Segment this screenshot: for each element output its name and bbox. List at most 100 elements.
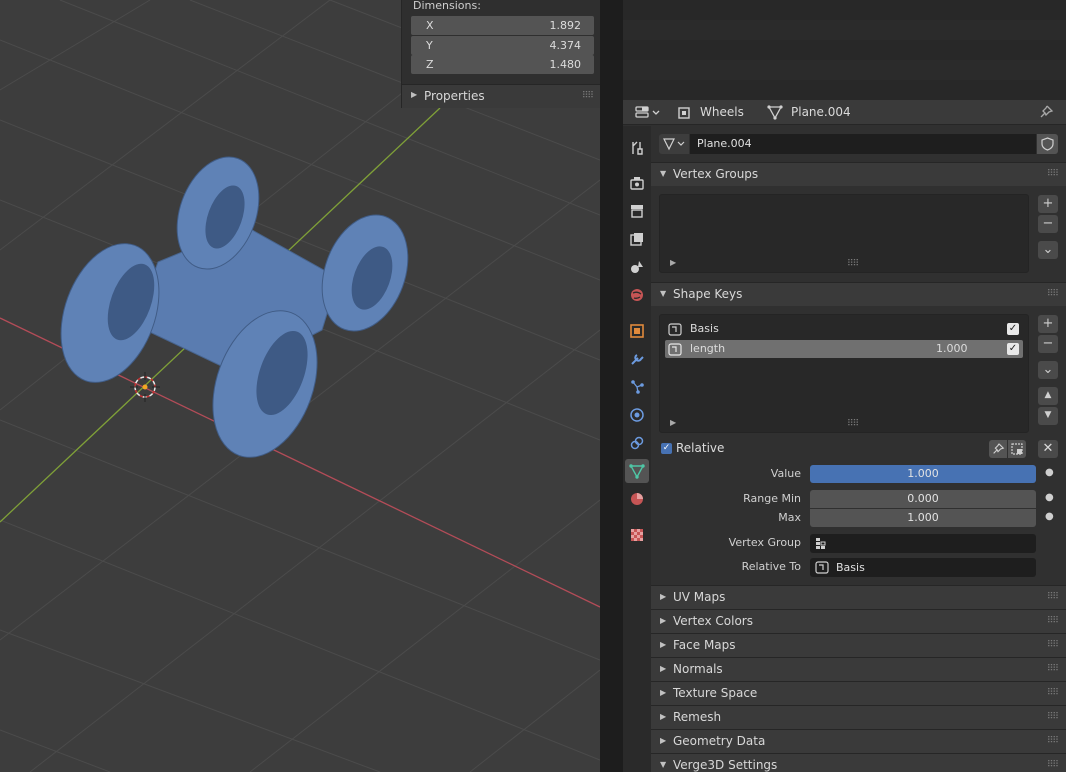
tab-scene[interactable] [625, 255, 649, 279]
tab-data[interactable] [625, 459, 649, 483]
expand-arrow-icon: ▶ [660, 688, 667, 697]
face-maps-panel-header[interactable]: ▶ Face Maps ⠿⠿ [651, 633, 1066, 657]
list-resize-grip-icon[interactable]: ⠿⠿ [847, 260, 859, 269]
keyframe-dot-icon[interactable]: ● [1045, 511, 1054, 522]
fake-user-button[interactable] [1037, 134, 1058, 154]
physics-icon [630, 408, 644, 422]
drag-grip-icon[interactable]: ⠿⠿ [1047, 689, 1059, 698]
editor-type-button[interactable] [633, 104, 663, 121]
datablock-browse-button[interactable] [659, 134, 689, 154]
object-breadcrumb[interactable]: Wheels [700, 105, 744, 119]
dimension-z-field[interactable]: Z 1.480 [411, 55, 594, 74]
tab-tool[interactable] [625, 136, 649, 160]
vertex-groups-list[interactable]: ▶ ⠿⠿ [659, 194, 1029, 273]
shape-key-name: length [690, 342, 726, 355]
expand-arrow-icon: ▶ [411, 90, 418, 99]
area-divider[interactable] [600, 0, 623, 772]
expand-arrow-icon: ▶ [660, 664, 667, 673]
drag-grip-icon[interactable]: ⠿⠿ [1047, 761, 1059, 770]
tab-texture[interactable] [625, 523, 649, 547]
mesh-data-icon [663, 138, 685, 151]
clear-shape-keys-button[interactable]: ✕ [1038, 440, 1058, 458]
vertex-group-field[interactable] [810, 534, 1036, 553]
panel-label: Vertex Colors [673, 614, 753, 628]
list-footer: ▶ ⠿⠿ [660, 258, 1028, 270]
tab-world[interactable] [625, 283, 649, 307]
tab-physics[interactable] [625, 403, 649, 427]
keyframe-dot-icon[interactable]: ● [1045, 467, 1054, 478]
tab-modifiers[interactable] [625, 347, 649, 371]
tab-object[interactable] [625, 319, 649, 343]
data-icon [629, 464, 645, 479]
remesh-panel-header[interactable]: ▶ Remesh ⠿⠿ [651, 705, 1066, 729]
drag-grip-icon[interactable]: ⠿⠿ [1047, 665, 1059, 674]
dimension-z-value: 1.480 [549, 58, 582, 71]
drag-grip-icon[interactable]: ⠿⠿ [1047, 290, 1059, 299]
properties-panel-header[interactable]: ▶ Properties ⠿⠿ [402, 84, 600, 108]
shape-key-row[interactable]: Basis ✓ [665, 320, 1023, 338]
add-shape-key-button[interactable]: + [1038, 315, 1058, 333]
shape-key-mute-checkbox[interactable]: ✓ [1007, 323, 1019, 335]
filter-expand-icon[interactable]: ▶ [670, 418, 676, 427]
expand-arrow-icon: ▶ [660, 712, 667, 721]
tab-constraints[interactable] [625, 431, 649, 455]
drag-grip-icon[interactable]: ⠿⠿ [1047, 641, 1059, 650]
geometry-data-panel-header[interactable]: ▶ Geometry Data ⠿⠿ [651, 729, 1066, 753]
vertex-group-menu-button[interactable]: ⌄ [1038, 241, 1058, 259]
shape-key-menu-button[interactable]: ⌄ [1038, 361, 1058, 379]
list-resize-grip-icon[interactable]: ⠿⠿ [847, 420, 859, 429]
tool-icon [632, 141, 643, 155]
remove-vertex-group-button[interactable]: − [1038, 215, 1058, 233]
shape-keys-panel-header[interactable]: ▼ Shape Keys ⠿⠿ [651, 282, 1066, 306]
texture-icon [631, 529, 643, 541]
tab-render[interactable] [625, 171, 649, 195]
mesh-name-field[interactable]: Plane.004 [690, 134, 1036, 154]
value-slider[interactable]: 1.000 [810, 465, 1036, 483]
shape-key-mute-checkbox[interactable]: ✓ [1007, 343, 1019, 355]
vertex-colors-panel-header[interactable]: ▶ Vertex Colors ⠿⠿ [651, 609, 1066, 633]
remove-shape-key-button[interactable]: − [1038, 335, 1058, 353]
particles-icon [631, 380, 644, 394]
drag-grip-icon[interactable]: ⠿⠿ [1047, 737, 1059, 746]
drag-grip-icon[interactable]: ⠿⠿ [1047, 170, 1059, 179]
mesh-breadcrumb[interactable]: Plane.004 [791, 105, 851, 119]
filter-expand-icon[interactable]: ▶ [670, 258, 676, 267]
uv-maps-panel-header[interactable]: ▶ UV Maps ⠿⠿ [651, 585, 1066, 609]
vertex-groups-panel-header[interactable]: ▼ Vertex Groups ⠿⠿ [651, 162, 1066, 186]
outliner-area[interactable] [623, 0, 1066, 100]
drag-grip-icon[interactable]: ⠿⠿ [582, 92, 594, 101]
add-vertex-group-button[interactable]: + [1038, 195, 1058, 213]
move-shape-key-down-button[interactable]: ▼ [1038, 407, 1058, 425]
relative-to-field[interactable]: Basis [810, 558, 1036, 577]
texture-space-panel-header[interactable]: ▶ Texture Space ⠿⠿ [651, 681, 1066, 705]
shape-key-edit-mode-button[interactable] [1008, 440, 1026, 458]
outliner-row [623, 60, 1066, 80]
drag-grip-icon[interactable]: ⠿⠿ [1047, 617, 1059, 626]
move-shape-key-up-button[interactable]: ▲ [1038, 387, 1058, 405]
shape-key-value[interactable]: 1.000 [936, 342, 968, 355]
keyframe-dot-icon[interactable]: ● [1045, 492, 1054, 503]
shape-key-lock-button[interactable] [989, 440, 1007, 458]
shape-keys-list[interactable]: Basis ✓ length 1.000 ✓ ▶ ⠿⠿ [659, 314, 1029, 433]
normals-panel-header[interactable]: ▶ Normals ⠿⠿ [651, 657, 1066, 681]
render-icon [630, 177, 644, 190]
dimension-z-label: Z [426, 58, 434, 71]
verge3d-settings-panel-header[interactable]: ▼ Verge3D Settings ⠿⠿ [651, 753, 1066, 772]
viewport-scene [0, 0, 600, 772]
tab-view-layer[interactable] [625, 227, 649, 251]
list-footer: ▶ ⠿⠿ [660, 418, 1028, 430]
3d-viewport[interactable]: Dimensions: X 1.892 Y 4.374 Z 1.480 ▶ Pr… [0, 0, 600, 772]
pin-icon[interactable] [1038, 104, 1054, 120]
shape-key-row-selected[interactable]: length 1.000 ✓ [665, 340, 1023, 358]
tab-particles[interactable] [625, 375, 649, 399]
dimension-y-field[interactable]: Y 4.374 [411, 36, 594, 55]
range-max-field[interactable]: 1.000 [810, 509, 1036, 527]
tab-output[interactable] [625, 199, 649, 223]
dimension-x-field[interactable]: X 1.892 [411, 16, 594, 35]
drag-grip-icon[interactable]: ⠿⠿ [1047, 713, 1059, 722]
drag-grip-icon[interactable]: ⠿⠿ [1047, 593, 1059, 602]
range-min-field[interactable]: 0.000 [810, 490, 1036, 508]
sidebar-n-panel: Dimensions: X 1.892 Y 4.374 Z 1.480 ▶ Pr… [401, 0, 600, 108]
relative-checkbox[interactable]: ✓ [661, 443, 672, 454]
tab-material[interactable] [625, 487, 649, 511]
